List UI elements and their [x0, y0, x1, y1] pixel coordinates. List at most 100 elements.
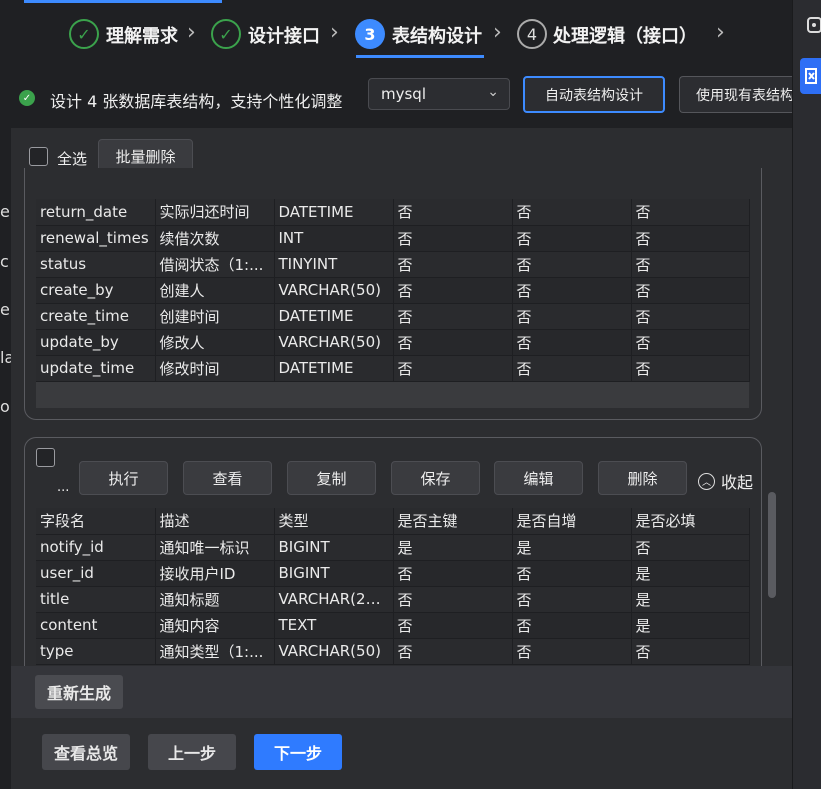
next-step-button[interactable]: 下一步 [254, 734, 342, 770]
select-all-checkbox[interactable] [29, 147, 48, 166]
table-cell[interactable]: type [36, 638, 156, 665]
table-cell[interactable]: VARCHAR(50) [274, 638, 394, 665]
table-cell[interactable]: 否 [393, 355, 513, 382]
table-cell[interactable]: 否 [631, 534, 750, 561]
scrollbar-thumb[interactable] [768, 492, 776, 598]
table-cell[interactable]: 否 [631, 355, 750, 382]
table-cell[interactable]: 否 [393, 303, 513, 330]
table-cell[interactable]: INT [274, 225, 394, 252]
table-cell[interactable]: 接收用户ID [155, 560, 275, 587]
table-row[interactable]: create_by 创建人 VARCHAR(50) 否否否 [36, 277, 750, 304]
table-cell[interactable]: BIGINT [274, 534, 394, 561]
table-cell[interactable]: user_id [36, 560, 156, 587]
table-row[interactable]: status 借阅状态（1:... TINYINT 否否否 [36, 251, 750, 278]
table-cell[interactable]: 创建时间 [155, 303, 275, 330]
table-cell[interactable]: 否 [393, 329, 513, 356]
table-cell[interactable]: title [36, 586, 156, 613]
table-cell[interactable]: 通知唯一标识 [155, 534, 275, 561]
table-cell[interactable]: 否 [512, 560, 632, 587]
prev-step-button[interactable]: 上一步 [148, 734, 236, 770]
table-cell[interactable]: 否 [512, 355, 632, 382]
auto-design-button[interactable]: 自动表结构设计 [523, 76, 665, 113]
use-existing-button[interactable]: 使用现有表结构 [679, 76, 792, 113]
table-cell[interactable]: 否 [631, 329, 750, 356]
table-select-checkbox[interactable] [36, 448, 55, 467]
table-cell[interactable]: 否 [512, 612, 632, 639]
table-cell[interactable]: 否 [393, 277, 513, 304]
table-row[interactable]: type 通知类型（1:... VARCHAR(50) 否否否 [36, 638, 750, 665]
table-row[interactable]: user_id 接收用户ID BIGINT 否否是 [36, 560, 750, 587]
delete-button[interactable]: 删除 [598, 461, 687, 495]
table-cell[interactable]: return_date [36, 199, 156, 226]
step-2-label[interactable]: 设计接口 [248, 22, 320, 48]
table-cell[interactable]: 否 [512, 303, 632, 330]
table-cell[interactable]: 否 [393, 612, 513, 639]
table-cell[interactable]: 否 [631, 251, 750, 278]
table-cell[interactable]: 是 [512, 534, 632, 561]
table-cell[interactable]: 否 [512, 225, 632, 252]
plugin-icon[interactable] [806, 14, 821, 36]
table-cell[interactable]: 是 [631, 560, 750, 587]
table-cell[interactable]: 通知类型（1:... [155, 638, 275, 665]
table-cell[interactable]: 通知标题 [155, 586, 275, 613]
table-cell[interactable]: 否 [512, 586, 632, 613]
select-all-label[interactable]: 全选 [57, 148, 87, 169]
table-cell[interactable]: TINYINT [274, 251, 394, 278]
step-3-label[interactable]: 表结构设计 [392, 22, 482, 48]
table-cell[interactable]: 否 [512, 277, 632, 304]
table-cell[interactable]: 是 [631, 586, 750, 613]
table-cell[interactable]: 修改时间 [155, 355, 275, 382]
save-button[interactable]: 保存 [391, 461, 480, 495]
table-row[interactable]: create_time 创建时间 DATETIME 否否否 [36, 303, 750, 330]
table-cell[interactable]: DATETIME [274, 355, 394, 382]
table-cell[interactable]: VARCHAR(50) [274, 329, 394, 356]
overview-button[interactable]: 查看总览 [42, 734, 130, 770]
table-cell[interactable]: 修改人 [155, 329, 275, 356]
copy-button[interactable]: 复制 [287, 461, 376, 495]
table-cell[interactable]: status [36, 251, 156, 278]
db-type-select[interactable]: mysql ⌄ [368, 78, 510, 110]
table-cell[interactable]: create_time [36, 303, 156, 330]
edit-button[interactable]: 编辑 [494, 461, 583, 495]
table-row[interactable]: return_date 实际归还时间 DATETIME 否否否 [36, 199, 750, 226]
table-cell[interactable]: 否 [512, 329, 632, 356]
table-cell[interactable]: 否 [512, 199, 632, 226]
table-cell[interactable]: renewal_times [36, 225, 156, 252]
table-cell[interactable]: 否 [393, 199, 513, 226]
table-cell[interactable]: VARCHAR(50) [274, 277, 394, 304]
table-row[interactable]: renewal_times 续借次数 INT 否否否 [36, 225, 750, 252]
regenerate-button[interactable]: 重新生成 [35, 675, 123, 709]
table-cell[interactable]: 否 [631, 638, 750, 665]
execute-button[interactable]: 执行 [79, 461, 168, 495]
table-cell[interactable]: 否 [393, 251, 513, 278]
table-cell[interactable]: 否 [631, 225, 750, 252]
table-row[interactable]: update_time 修改时间 DATETIME 否否否 [36, 355, 750, 382]
table-cell[interactable]: 否 [631, 277, 750, 304]
table-cell[interactable]: update_time [36, 355, 156, 382]
table-cell[interactable]: 是 [393, 534, 513, 561]
table-cell[interactable]: notify_id [36, 534, 156, 561]
table-cell[interactable]: 否 [393, 225, 513, 252]
table-row[interactable]: title 通知标题 VARCHAR(20... 否否是 [36, 586, 750, 613]
table-cell[interactable]: DATETIME [274, 199, 394, 226]
table-cell[interactable]: 否 [393, 560, 513, 587]
table-cell[interactable]: 否 [631, 303, 750, 330]
table-cell[interactable]: 否 [393, 586, 513, 613]
table-row[interactable]: notify_id 通知唯一标识 BIGINT 是是否 [36, 534, 750, 561]
step-4-label[interactable]: 处理逻辑（接口） [553, 22, 697, 48]
table-row[interactable]: content 通知内容 TEXT 否否是 [36, 612, 750, 639]
table-cell[interactable]: TEXT [274, 612, 394, 639]
table-cell[interactable]: 否 [393, 638, 513, 665]
table-cell[interactable]: 否 [631, 199, 750, 226]
table-cell[interactable]: update_by [36, 329, 156, 356]
table-cell[interactable]: 续借次数 [155, 225, 275, 252]
table-cell[interactable]: content [36, 612, 156, 639]
table-cell[interactable]: 借阅状态（1:... [155, 251, 275, 278]
table-cell[interactable]: 创建人 [155, 277, 275, 304]
table-cell[interactable]: DATETIME [274, 303, 394, 330]
table-row[interactable]: update_by 修改人 VARCHAR(50) 否否否 [36, 329, 750, 356]
table-cell[interactable]: 否 [512, 638, 632, 665]
table-cell[interactable]: 是 [631, 612, 750, 639]
translate-icon[interactable] [800, 58, 821, 94]
table-cell[interactable]: 实际归还时间 [155, 199, 275, 226]
